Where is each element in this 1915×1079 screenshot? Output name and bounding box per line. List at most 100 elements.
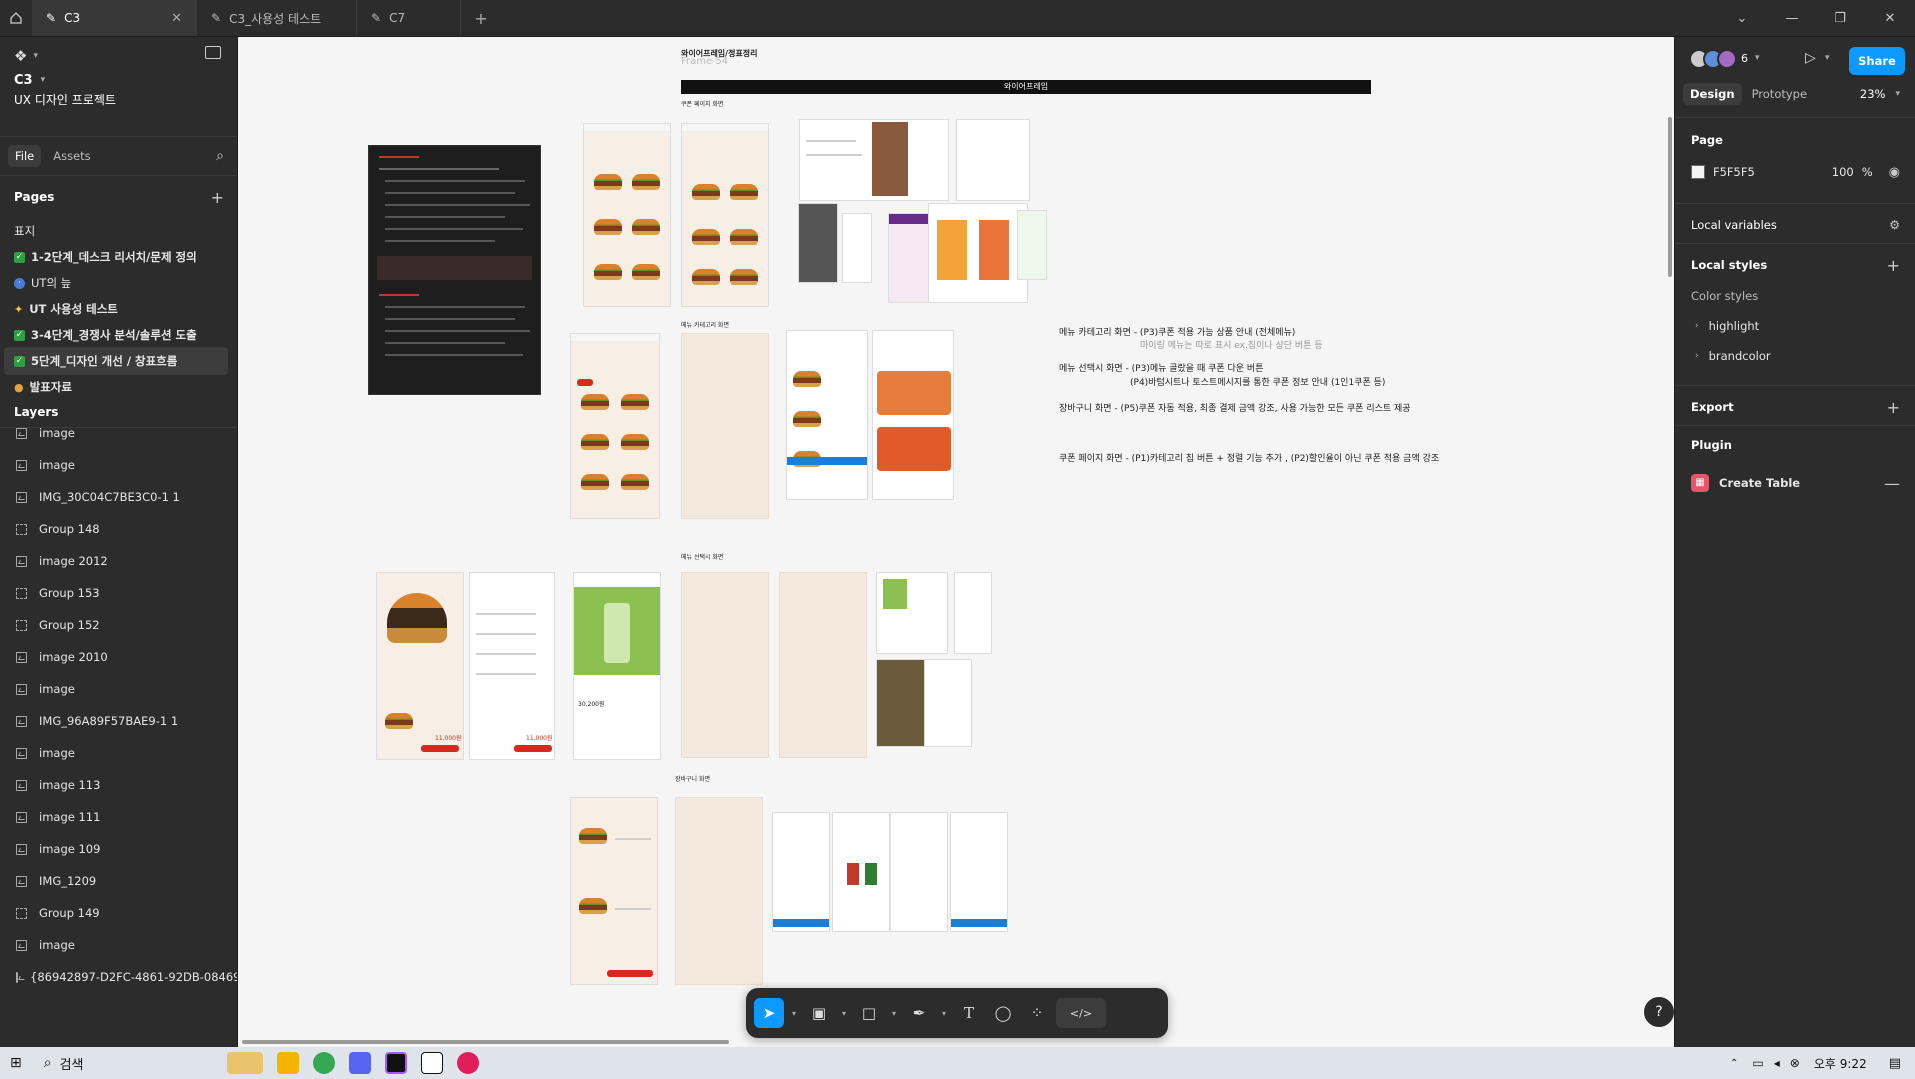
notion-icon[interactable]: [420, 1052, 443, 1074]
layer-item[interactable]: image 109: [0, 833, 237, 865]
page-item-presentation[interactable]: ● 발표자료: [0, 373, 237, 401]
minimize-icon[interactable]: —: [1767, 0, 1817, 37]
layer-item[interactable]: image: [0, 417, 237, 449]
windows-start-icon[interactable]: ⊞: [10, 1055, 22, 1071]
news-widget-icon[interactable]: [226, 1052, 263, 1074]
clock[interactable]: 오후 9:22: [1814, 1055, 1867, 1072]
eye-icon[interactable]: ◉: [1889, 165, 1900, 180]
frame-tool-icon[interactable]: ▣: [804, 998, 834, 1028]
home-icon[interactable]: [0, 0, 32, 36]
dev-mode-toggle-icon[interactable]: </>: [1056, 998, 1106, 1028]
assets-tab[interactable]: Assets: [47, 145, 96, 167]
competitor-screen-g[interactable]: [876, 572, 948, 654]
competitor-screen-c[interactable]: [842, 213, 872, 283]
layer-item[interactable]: image 2010: [0, 641, 237, 673]
layer-item[interactable]: image: [0, 737, 237, 769]
help-button[interactable]: ?: [1644, 997, 1674, 1027]
discord-icon[interactable]: [348, 1052, 371, 1074]
move-tool-icon[interactable]: ➤: [754, 998, 784, 1028]
competitor-cart-a[interactable]: [772, 812, 830, 932]
chevron-down-icon[interactable]: ▾: [1825, 53, 1830, 63]
tab-design[interactable]: Design: [1683, 83, 1742, 105]
layer-item[interactable]: Group 152: [0, 609, 237, 641]
chevron-down-icon[interactable]: ▾: [888, 1009, 900, 1018]
page-item-research[interactable]: ✓ 1-2단계_데스크 리서치/문제 정의: [0, 243, 237, 271]
screen-product-detail[interactable]: 30,200원: [573, 572, 661, 760]
layer-item[interactable]: image 113: [0, 769, 237, 801]
tab-prototype[interactable]: Prototype: [1752, 87, 1807, 101]
figma-icon[interactable]: [384, 1052, 407, 1074]
screen-cart-b[interactable]: [675, 797, 763, 985]
page-color-swatch[interactable]: [1691, 165, 1705, 179]
wireframe-header-bar[interactable]: 와이어프레임: [681, 80, 1371, 94]
taskbar-search-label[interactable]: 검색: [60, 1054, 220, 1073]
tab-c3-usability[interactable]: ✎ C3_사용성 테스트: [197, 0, 357, 36]
competitor-screen-f[interactable]: [1017, 210, 1047, 280]
close-icon[interactable]: ✕: [171, 11, 182, 26]
collaborator-count[interactable]: 6: [1741, 52, 1748, 65]
screen-menu-detail-a[interactable]: 11,000원: [376, 572, 464, 760]
screen-menu-detail-b[interactable]: 11,000원: [469, 572, 555, 760]
screen-menu-category-a[interactable]: [570, 333, 660, 519]
page-opacity[interactable]: 100: [1832, 165, 1854, 179]
share-button[interactable]: Share: [1849, 47, 1905, 75]
project-name[interactable]: UX 디자인 프로젝트: [0, 90, 237, 108]
window-close-icon[interactable]: ✕: [1865, 0, 1915, 37]
chevron-down-icon[interactable]: ▾: [838, 1009, 850, 1018]
pen-tool-icon[interactable]: ✒: [904, 998, 934, 1028]
layer-item[interactable]: {86942897-D2FC-4861-92DB-08469: [0, 961, 237, 993]
network-icon[interactable]: ▭: [1752, 1056, 1763, 1070]
file-explorer-icon[interactable]: [276, 1052, 299, 1074]
search-icon[interactable]: ⌕: [216, 148, 224, 164]
screen-cart-a[interactable]: [570, 797, 658, 985]
add-export-icon[interactable]: +: [1887, 398, 1900, 417]
add-page-icon[interactable]: +: [211, 188, 224, 207]
competitor-cart-d[interactable]: [950, 812, 1008, 932]
volume-icon[interactable]: ◂: [1774, 1056, 1780, 1070]
slack-icon[interactable]: [456, 1052, 479, 1074]
layer-item[interactable]: image 111: [0, 801, 237, 833]
status-icon[interactable]: ⊗: [1790, 1056, 1800, 1070]
variables-settings-icon[interactable]: ⚙: [1889, 218, 1900, 232]
layer-item[interactable]: image: [0, 449, 237, 481]
file-name-menu[interactable]: C3 ▾: [0, 69, 237, 91]
add-tab-icon[interactable]: +: [461, 0, 501, 36]
add-style-icon[interactable]: +: [1887, 256, 1900, 275]
panel-toggle-icon[interactable]: [205, 46, 221, 59]
layer-item[interactable]: IMG_1209: [0, 865, 237, 897]
competitor-cart-b[interactable]: [832, 812, 890, 932]
main-menu-button[interactable]: ❖ ▾: [0, 43, 237, 69]
horizontal-scrollbar[interactable]: [242, 1040, 729, 1044]
layer-item[interactable]: image 2012: [0, 545, 237, 577]
page-item-cover[interactable]: 표지: [0, 217, 237, 245]
chevron-down-icon[interactable]: ▾: [1895, 89, 1900, 99]
layer-item[interactable]: IMG_96A89F57BAE9-1 1: [0, 705, 237, 737]
layer-item[interactable]: image: [0, 673, 237, 705]
page-color-hex[interactable]: F5F5F5: [1713, 165, 1813, 179]
layer-item[interactable]: Group 148: [0, 513, 237, 545]
style-item-brandcolor[interactable]: › brandcolor: [1675, 344, 1915, 368]
chrome-icon[interactable]: [312, 1052, 335, 1074]
frame-subtitle[interactable]: Frame 54: [681, 56, 728, 67]
chevron-down-icon[interactable]: ⌄: [1717, 0, 1767, 37]
screen-menu-category-d[interactable]: [872, 330, 954, 500]
chevron-down-icon[interactable]: ▾: [788, 1009, 800, 1018]
rectangle-tool-icon[interactable]: □: [854, 998, 884, 1028]
competitor-screen-j[interactable]: [924, 659, 972, 747]
competitor-screens-b[interactable]: [956, 119, 1030, 201]
text-tool-icon[interactable]: T: [954, 998, 984, 1028]
competitor-cart-c[interactable]: [890, 812, 948, 932]
minus-icon[interactable]: —: [1884, 474, 1900, 493]
tray-chevron-icon[interactable]: ⌃: [1730, 1058, 1738, 1069]
research-doc-image[interactable]: [368, 145, 541, 395]
chevron-down-icon[interactable]: ▾: [1755, 53, 1760, 63]
competitor-screens-a[interactable]: [799, 119, 949, 201]
search-icon[interactable]: ⌕: [44, 1055, 52, 1071]
competitor-screen-e[interactable]: [928, 203, 1028, 303]
screen-placeholder-a[interactable]: [681, 572, 769, 758]
chevron-down-icon[interactable]: ▾: [938, 1009, 950, 1018]
screen-coupon-a[interactable]: [583, 123, 671, 307]
layer-item[interactable]: Group 149: [0, 897, 237, 929]
zoom-level[interactable]: 23%: [1860, 87, 1886, 101]
competitor-screen-h[interactable]: [954, 572, 992, 654]
